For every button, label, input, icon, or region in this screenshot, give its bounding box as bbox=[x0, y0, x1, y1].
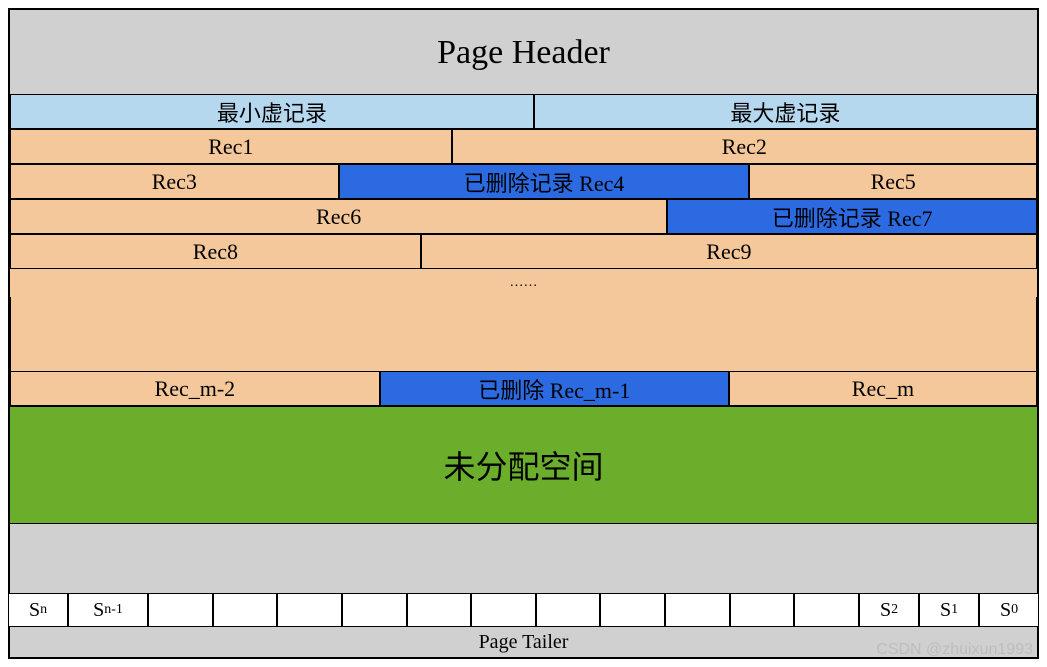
slot-s0: S0 bbox=[979, 593, 1039, 627]
rec2: Rec2 bbox=[452, 129, 1037, 164]
record-row-1: Rec1 Rec2 bbox=[10, 129, 1037, 164]
slot-sn-1: Sn-1 bbox=[68, 593, 148, 627]
max-virtual-record: 最大虚记录 bbox=[534, 94, 1037, 129]
record-row-m: Rec_m-2 已删除 Rec_m-1 Rec_m bbox=[10, 371, 1037, 406]
slot-sn: Sn bbox=[8, 593, 68, 627]
rec3: Rec3 bbox=[10, 164, 339, 199]
record-row-2: Rec3 已删除记录 Rec4 Rec5 bbox=[10, 164, 1037, 199]
rec6: Rec6 bbox=[10, 199, 667, 234]
min-virtual-record: 最小虚记录 bbox=[10, 94, 534, 129]
slot-empty bbox=[471, 593, 536, 627]
ellipsis: …… bbox=[10, 269, 1037, 297]
slot-empty bbox=[277, 593, 342, 627]
slot-directory: Sn Sn-1 S2 S1 S0 bbox=[8, 593, 1039, 627]
record-row-4: Rec8 Rec9 bbox=[10, 234, 1037, 269]
rec5: Rec5 bbox=[749, 164, 1037, 199]
rec-m-1-deleted: 已删除 Rec_m-1 bbox=[380, 371, 729, 406]
slot-empty bbox=[148, 593, 213, 627]
unallocated-space: 未分配空间 bbox=[10, 406, 1037, 524]
slot-empty bbox=[665, 593, 730, 627]
rec7-deleted: 已删除记录 Rec7 bbox=[667, 199, 1037, 234]
virtual-records-row: 最小虚记录 最大虚记录 bbox=[10, 94, 1037, 129]
rec8: Rec8 bbox=[10, 234, 421, 269]
slot-empty bbox=[730, 593, 795, 627]
slot-s2: S2 bbox=[859, 593, 919, 627]
rec9: Rec9 bbox=[421, 234, 1037, 269]
rec1: Rec1 bbox=[10, 129, 452, 164]
record-row-3: Rec6 已删除记录 Rec7 bbox=[10, 199, 1037, 234]
rec-m: Rec_m bbox=[729, 371, 1037, 406]
slot-empty bbox=[794, 593, 859, 627]
slot-empty bbox=[213, 593, 278, 627]
slot-empty bbox=[342, 593, 407, 627]
page-header-title: Page Header bbox=[10, 10, 1037, 94]
watermark: CSDN @zhuixun1993 bbox=[876, 641, 1033, 659]
slot-empty bbox=[600, 593, 665, 627]
rec-m-2: Rec_m-2 bbox=[10, 371, 380, 406]
slot-empty bbox=[407, 593, 472, 627]
rec4-deleted: 已删除记录 Rec4 bbox=[339, 164, 750, 199]
slot-s1: S1 bbox=[919, 593, 979, 627]
records-gap bbox=[10, 297, 1037, 371]
slot-empty bbox=[536, 593, 601, 627]
